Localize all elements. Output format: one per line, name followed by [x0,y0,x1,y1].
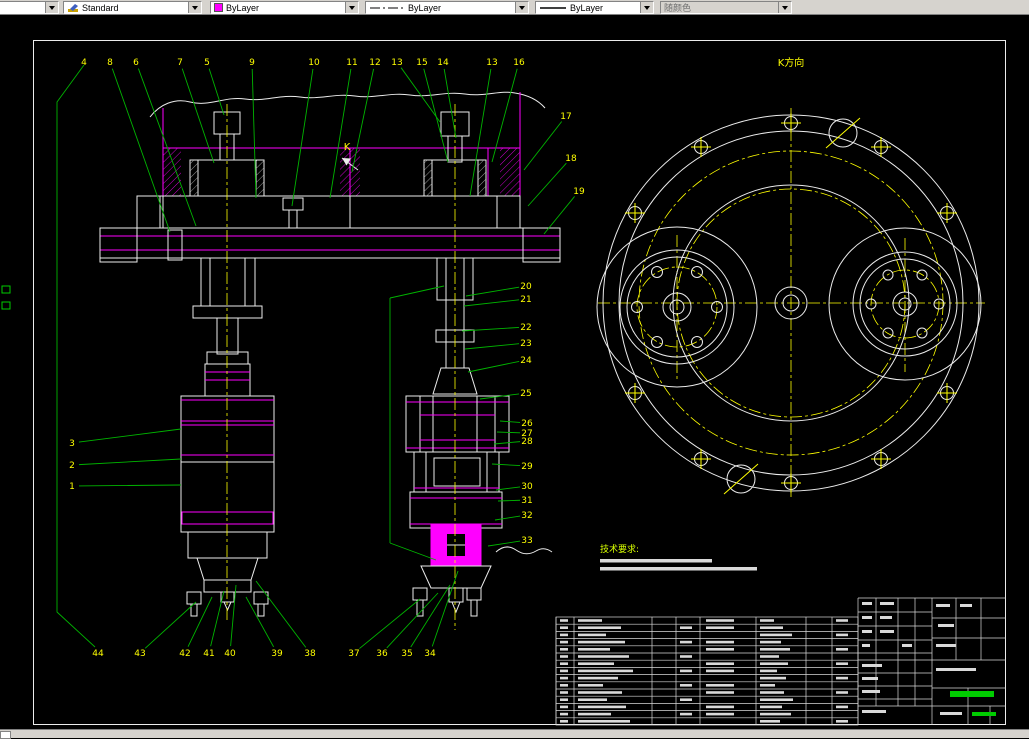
svg-text:33: 33 [521,536,532,546]
text-style-combo[interactable]: Standard [63,1,202,14]
linetype-value: ByLayer [408,2,442,13]
svg-text:31: 31 [521,496,532,506]
plot-style-value: 随颜色 [664,3,692,13]
svg-text:30: 30 [521,482,533,492]
k-view: K方向 [596,56,985,497]
svg-text:28: 28 [521,437,533,447]
tech-requirements: 技术要求: [600,543,757,571]
lineweight-combo[interactable]: ByLayer [535,1,654,14]
svg-text:35: 35 [401,649,412,659]
svg-text:12: 12 [369,58,380,68]
svg-text:3: 3 [69,439,75,449]
svg-text:15: 15 [416,58,427,68]
svg-text:19: 19 [573,187,585,197]
ucs-icon [1,285,11,310]
layer-combo-arrow[interactable] [45,2,58,13]
k-view-label: K方向 [778,56,805,69]
lineweight-combo-arrow[interactable] [640,2,653,13]
svg-text:21: 21 [520,295,531,305]
color-combo-arrow[interactable] [345,2,358,13]
svg-text:13: 13 [391,58,402,68]
svg-text:26: 26 [521,419,533,429]
svg-text:1: 1 [69,482,75,492]
color-swatch [214,3,223,12]
status-strip [0,729,1029,739]
svg-text:41: 41 [203,649,214,659]
svg-text:14: 14 [437,58,449,68]
lineweight-value: ByLayer [570,2,604,13]
text-style-arrow[interactable] [188,2,201,13]
svg-text:4: 4 [81,58,87,68]
svg-text:2: 2 [69,461,75,471]
color-value: ByLayer [226,2,260,13]
svg-text:18: 18 [565,154,577,164]
svg-text:6: 6 [133,58,139,68]
autocad-window: { "toolbar": { "style": {"value": "Stand… [0,0,1029,739]
lineweight-glyph-icon [540,7,566,9]
tech-requirements-title: 技术要求: [600,543,639,555]
svg-text:13: 13 [486,58,497,68]
svg-text:5: 5 [204,58,210,68]
svg-text:16: 16 [513,58,525,68]
layer-combo[interactable] [0,1,59,14]
svg-text:23: 23 [520,339,531,349]
svg-text:38: 38 [304,649,316,659]
title-block [857,597,1006,725]
color-combo[interactable]: ByLayer [210,1,359,14]
svg-text:29: 29 [521,462,533,472]
svg-text:40: 40 [224,649,236,659]
svg-text:43: 43 [134,649,145,659]
plot-style-combo: 随颜色 [660,1,792,14]
text-style-icon [68,3,78,12]
svg-text:25: 25 [520,389,531,399]
svg-text:8: 8 [107,58,113,68]
svg-text:10: 10 [308,58,320,68]
section-arrow-label: K [344,142,351,153]
svg-text:32: 32 [521,511,532,521]
svg-text:20: 20 [520,282,532,292]
text-style-value: Standard [82,2,119,13]
svg-text:42: 42 [179,649,190,659]
plot-style-combo-arrow [778,2,791,13]
svg-text:44: 44 [92,649,104,659]
parts-list-table [555,616,859,726]
properties-toolbar: Standard ByLayer ByLayer ByLayer 随颜色 [0,0,1029,15]
svg-text:7: 7 [177,58,183,68]
linetype-combo[interactable]: ByLayer [365,1,529,14]
svg-text:37: 37 [348,649,359,659]
svg-text:24: 24 [520,356,532,366]
linetype-glyph-icon [370,7,404,9]
svg-text:17: 17 [560,112,571,122]
svg-text:11: 11 [346,58,357,68]
svg-text:36: 36 [376,649,388,659]
svg-text:34: 34 [424,649,436,659]
drawing-canvas[interactable]: K K方向 技术要求: 4 8 6 7 5 9 10 11 12 13 15 1… [0,0,1029,738]
front-view: K [99,91,561,630]
svg-text:39: 39 [271,649,283,659]
linetype-combo-arrow[interactable] [515,2,528,13]
svg-text:9: 9 [249,58,255,68]
svg-text:22: 22 [520,323,531,333]
